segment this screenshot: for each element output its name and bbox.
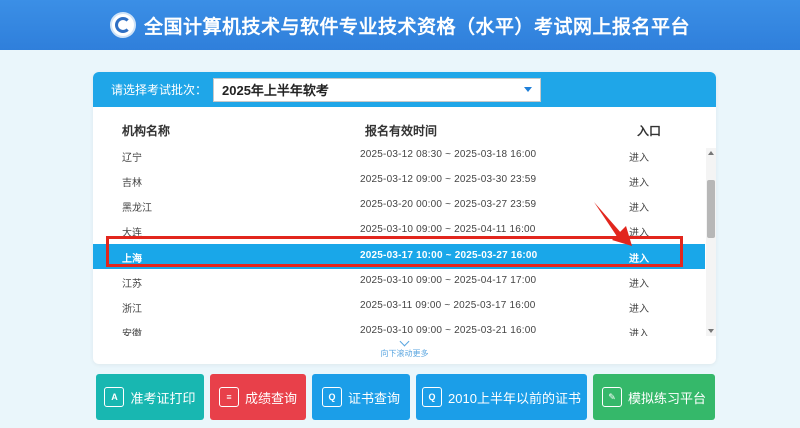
action-button[interactable]: Q 2010上半年以前的证书 [416,374,587,420]
scroll-more-text: 向下滚动更多 [380,349,429,358]
batch-select[interactable]: 2025年上半年软考 [213,77,542,102]
id-card-icon: A [104,387,125,407]
org-name: 浙江 [122,304,142,315]
col-header-org: 机构名称 [122,124,171,138]
old-certificate-icon: Q [422,387,443,407]
enter-link[interactable]: 进入 [629,224,649,239]
action-button[interactable]: ≡ 成绩查询 [210,374,306,420]
col-header-entry: 入口 [637,124,662,138]
practice-icon: ✎ [601,387,622,407]
enter-link[interactable]: 进入 [629,199,649,214]
action-button[interactable]: ✎ 模拟练习平台 [593,374,715,420]
quick-action-bar: A 准考证打印 ≡ 成绩查询 Q 证书查询 Q 2010上半年以前的证书 ✎ 模拟练习平台 [96,374,716,422]
registration-period: 2025-03-11 09:00 ~ 2025-03-17 16:00 [360,300,536,311]
registration-period: 2025-03-10 09:00 ~ 2025-04-11 16:00 [360,224,536,235]
registration-period: 2025-03-12 08:30 ~ 2025-03-18 16:00 [360,149,537,160]
org-name: 黑龙江 [122,203,152,214]
org-name: 安徽 [122,329,142,336]
org-name: 江苏 [122,279,142,290]
action-button[interactable]: A 准考证打印 [96,374,204,420]
enter-link[interactable]: 进入 [629,325,649,336]
scroll-up-icon[interactable] [708,151,714,155]
table-row[interactable]: 浙江 2025-03-11 09:00 ~ 2025-03-17 16:00 进入 [93,294,705,319]
action-button-label: 成绩查询 [244,390,297,406]
registration-period: 2025-03-17 10:00 ~ 2025-03-27 16:00 [360,250,538,261]
registration-period: 2025-03-20 00:00 ~ 2025-03-27 23:59 [360,199,537,210]
chevron-down-icon [524,87,533,92]
org-name: 大连 [122,228,142,239]
list-scrollbar[interactable] [706,148,716,336]
batch-selector-label: 请选择考试批次： [111,83,208,97]
chevron-down-icon [399,336,410,347]
table-row[interactable]: 江苏 2025-03-10 09:00 ~ 2025-04-17 17:00 进入 [93,269,705,294]
scroll-down-icon[interactable] [708,329,714,333]
org-name: 吉林 [122,178,142,189]
registration-period: 2025-03-10 09:00 ~ 2025-03-21 16:00 [360,325,537,336]
page-title: 全国计算机技术与软件专业技术资格（水平）考试网上报名平台 [143,16,690,38]
registration-period: 2025-03-12 09:00 ~ 2025-03-30 23:59 [360,174,537,185]
enter-link[interactable]: 进入 [629,149,649,164]
col-header-time: 报名有效时间 [365,124,438,138]
action-button-label: 证书查询 [347,390,400,406]
action-button[interactable]: Q 证书查询 [312,374,410,420]
table-row[interactable]: 上海 2025-03-17 10:00 ~ 2025-03-27 16:00 进入 [93,244,705,269]
enter-link[interactable]: 进入 [629,300,649,315]
scroll-more-hint[interactable]: 向下滚动更多 [93,336,716,359]
score-report-icon: ≡ [218,387,239,407]
top-header: 全国计算机技术与软件专业技术资格（水平）考试网上报名平台 [0,0,800,50]
table-header: 机构名称 报名有效时间 入口 [93,122,716,142]
action-button-label: 模拟练习平台 [627,390,706,406]
batch-select-value: 2025年上半年软考 [222,83,329,98]
batch-selector-bar: 请选择考试批次： 2025年上半年软考 [93,72,716,107]
enter-link[interactable]: 进入 [629,174,649,189]
table-row[interactable]: 大连 2025-03-10 09:00 ~ 2025-04-11 16:00 进入 [93,218,705,243]
action-button-label: 2010上半年以前的证书 [448,390,581,406]
enter-link[interactable]: 进入 [629,275,649,290]
org-list: 辽宁 2025-03-12 08:30 ~ 2025-03-18 16:00 进入吉… [93,148,705,336]
enter-link[interactable]: 进入 [629,250,649,265]
table-row[interactable]: 辽宁 2025-03-12 08:30 ~ 2025-03-18 16:00 进入 [93,148,705,168]
table-row[interactable]: 黑龙江 2025-03-20 00:00 ~ 2025-03-27 23:59 进入 [93,193,705,218]
registration-period: 2025-03-10 09:00 ~ 2025-04-17 17:00 [360,275,537,286]
table-row[interactable]: 安徽 2025-03-10 09:00 ~ 2025-03-21 16:00 进入 [93,319,705,336]
org-name: 辽宁 [122,153,142,164]
action-button-label: 准考证打印 [130,390,196,406]
scroll-thumb[interactable] [707,180,715,238]
logo-icon [109,12,136,38]
exam-panel: 请选择考试批次： 2025年上半年软考 机构名称 报名有效时间 入口 辽宁 202… [93,72,716,364]
certificate-icon: Q [321,387,342,407]
org-name: 上海 [122,254,142,265]
table-row[interactable]: 吉林 2025-03-12 09:00 ~ 2025-03-30 23:59 进入 [93,168,705,193]
